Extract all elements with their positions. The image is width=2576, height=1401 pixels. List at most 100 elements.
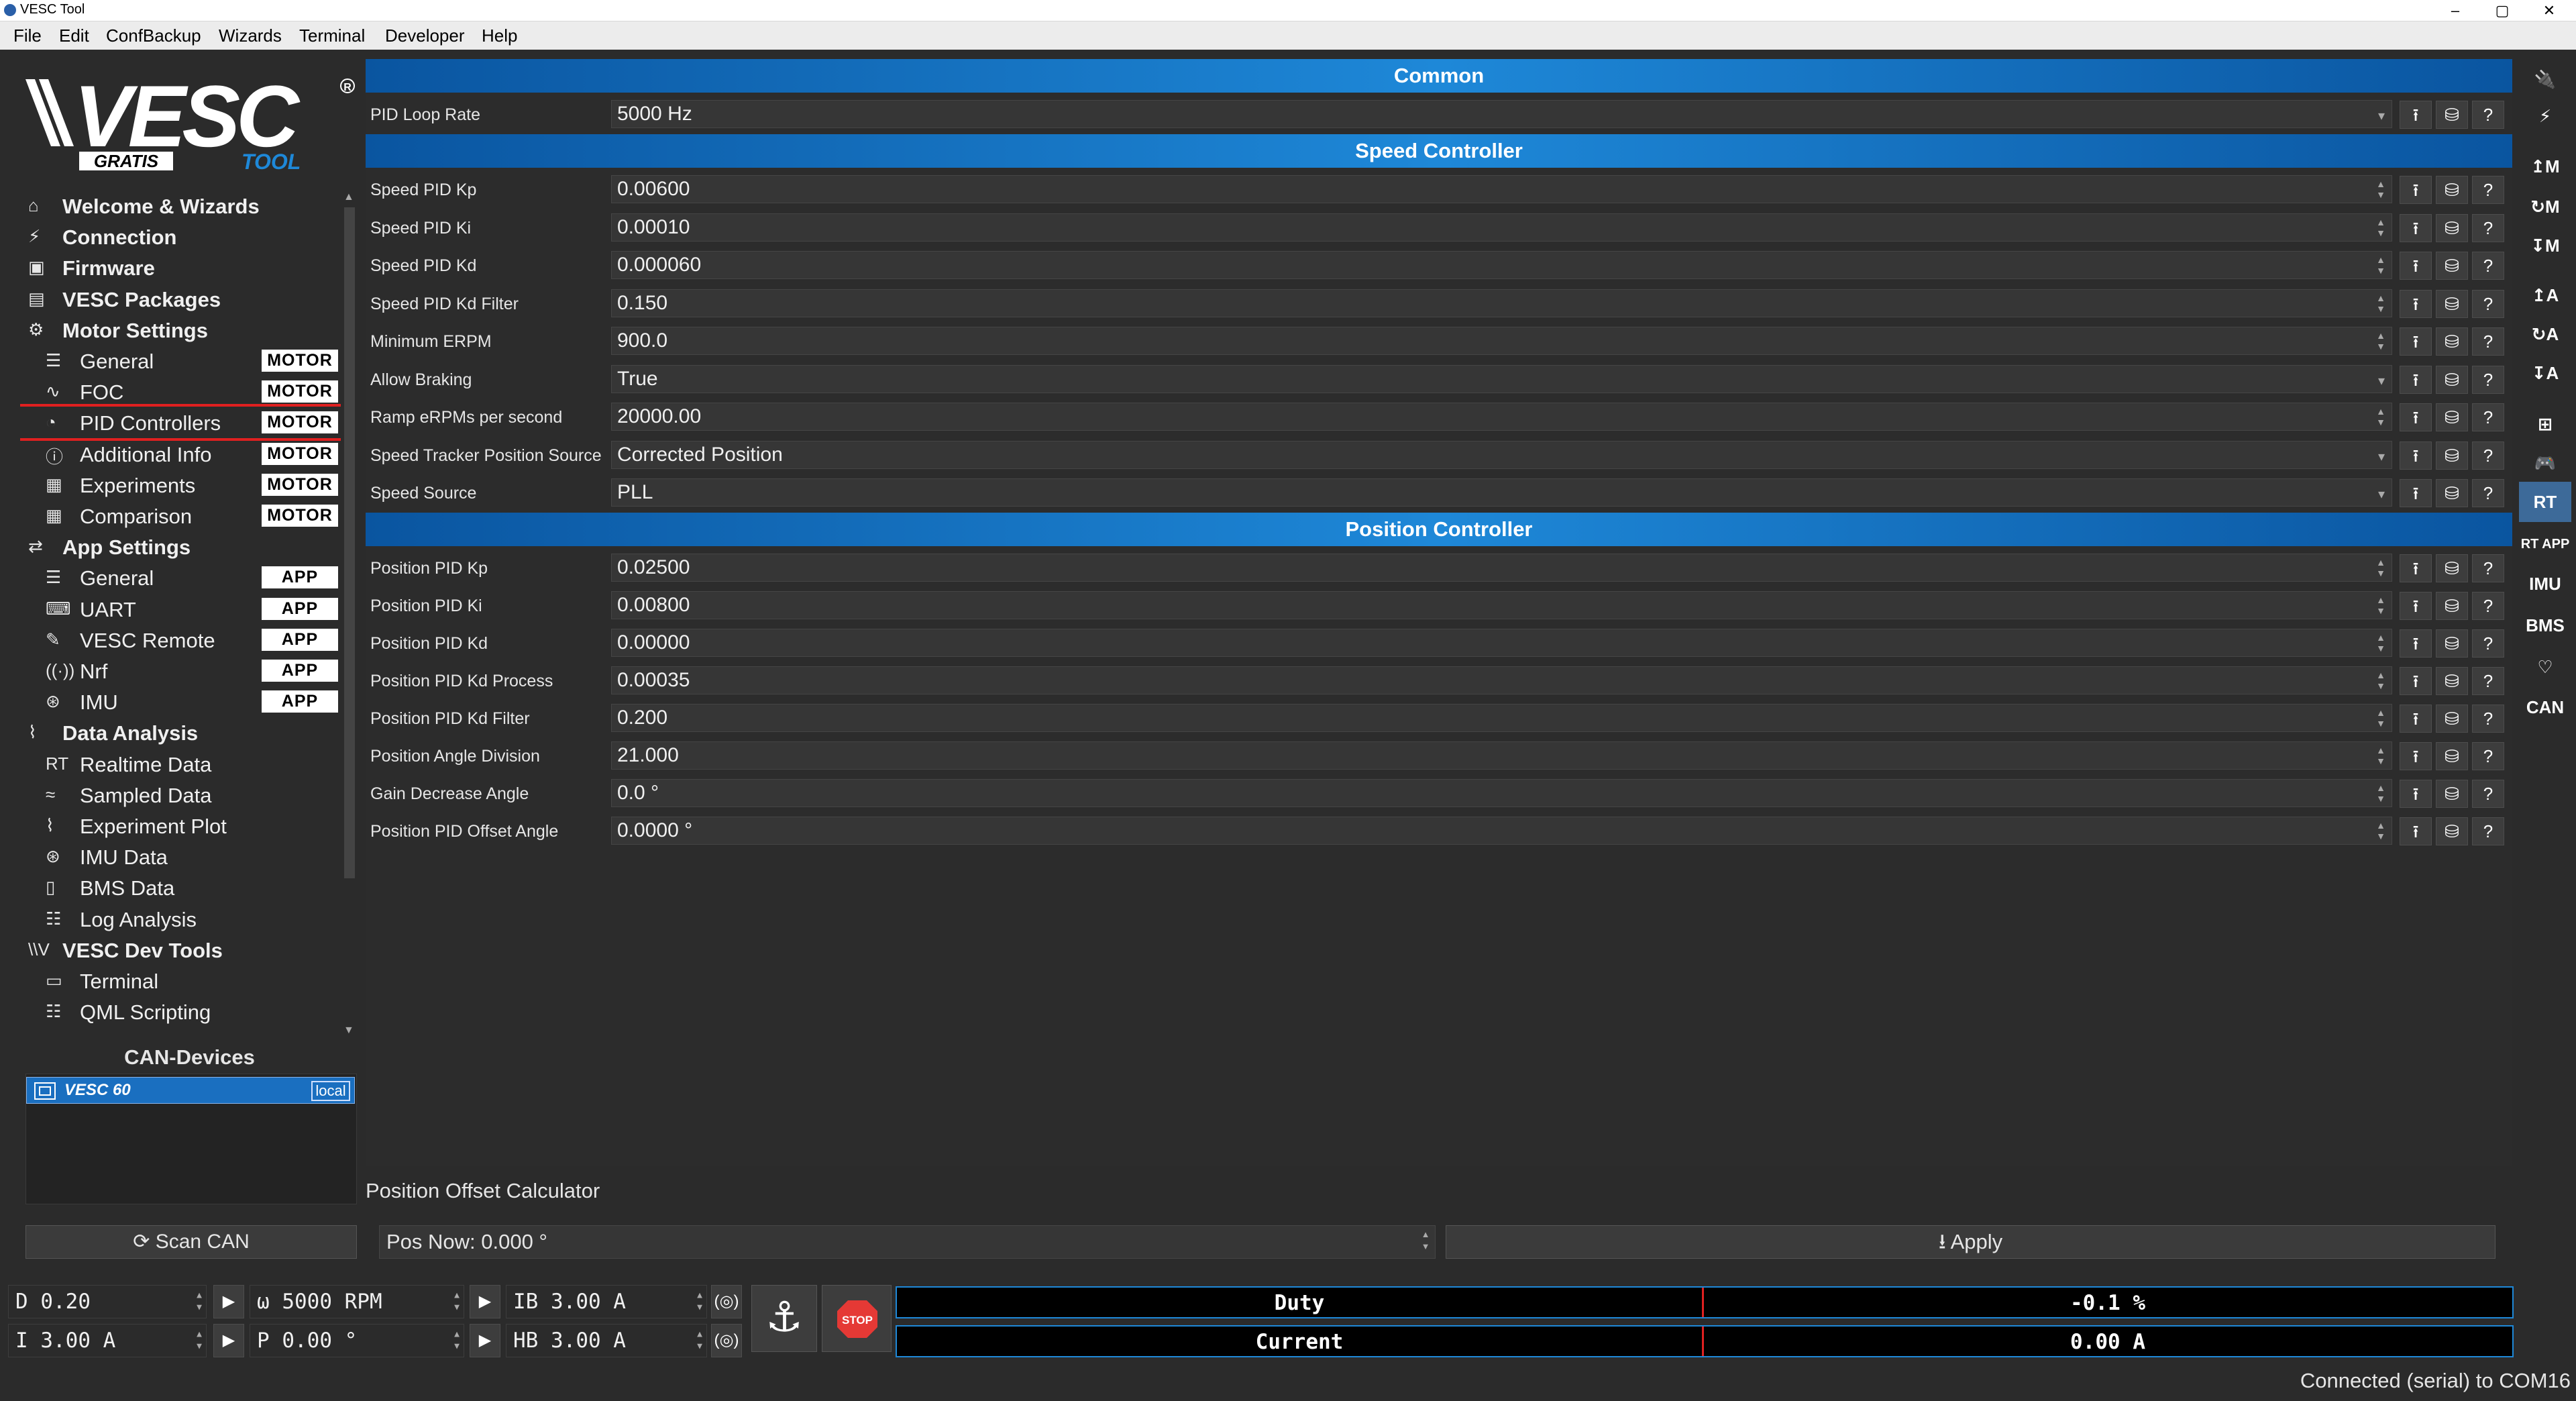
param-value-input[interactable]: 20000.00 ▲ ▼: [611, 403, 2392, 431]
read-default-button[interactable]: ⭱: [2400, 705, 2432, 733]
nav-item-firmware[interactable]: ▣ Firmware: [20, 252, 342, 282]
nav-item-connection[interactable]: ⚡ Connection: [20, 221, 342, 252]
disconnect-button[interactable]: ⚡: [2519, 96, 2571, 136]
nav-item-app-settings[interactable]: ⇄ App Settings: [20, 531, 342, 562]
nav-item-general[interactable]: ☰ General MOTOR: [20, 345, 342, 376]
set-brake-button[interactable]: (◎): [711, 1285, 742, 1318]
help-button[interactable]: ?: [2472, 554, 2504, 582]
help-button[interactable]: ?: [2472, 252, 2504, 280]
close-button[interactable]: ✕: [2529, 1, 2569, 20]
nav-item-qml-scripting[interactable]: ☷ QML Scripting: [20, 996, 342, 1027]
write-app-button[interactable]: ↧A: [2519, 353, 2571, 393]
nav-item-welcome-wizards[interactable]: ⌂ Welcome & Wizards: [20, 190, 342, 221]
can-button[interactable]: CAN: [2519, 687, 2571, 727]
can-fwd-button[interactable]: ⊞: [2519, 404, 2571, 444]
read-default-button[interactable]: ⭱: [2400, 667, 2432, 695]
nav-scrollbar[interactable]: ▲ ▼: [341, 191, 358, 1037]
maximize-button[interactable]: ▢: [2482, 1, 2522, 20]
param-value-input[interactable]: 0.0 ° ▲ ▼: [611, 779, 2392, 807]
reset-default-button[interactable]: ⛁: [2436, 554, 2468, 582]
reset-default-button[interactable]: ⛁: [2436, 441, 2468, 470]
read-default-button[interactable]: ⭱: [2400, 554, 2432, 582]
spin-arrows-icon[interactable]: ▲ ▼: [2375, 330, 2386, 353]
help-button[interactable]: ?: [2472, 592, 2504, 620]
menu-terminal[interactable]: Terminal: [299, 25, 365, 46]
nav-item-general[interactable]: ☰ General APP: [20, 562, 342, 592]
read-default-button[interactable]: ⭱: [2400, 365, 2432, 394]
param-value-input[interactable]: 0.00010 ▲ ▼: [611, 213, 2392, 242]
reset-default-button[interactable]: ⛁: [2436, 479, 2468, 507]
heart-button[interactable]: ♡: [2519, 647, 2571, 687]
write-motor-button[interactable]: ↧M: [2519, 225, 2571, 266]
gamepad-button[interactable]: 🎮: [2519, 443, 2571, 483]
pos-now-field[interactable]: Pos Now: 0.000 ° ▲ ▼: [379, 1225, 1436, 1259]
nav-item-imu[interactable]: ⊛ IMU APP: [20, 686, 342, 717]
param-value-input[interactable]: 0.00035 ▲ ▼: [611, 666, 2392, 694]
apply-button[interactable]: ⭳ Apply: [1446, 1225, 2496, 1259]
spin-arrows-icon[interactable]: ▲ ▼: [2375, 820, 2386, 843]
rt-app-button[interactable]: RT APP: [2519, 522, 2571, 562]
reset-default-button[interactable]: ⛁: [2436, 742, 2468, 770]
scan-can-button[interactable]: ⟳ Scan CAN: [25, 1225, 357, 1259]
stop-button[interactable]: STOP: [822, 1285, 892, 1352]
pos-now-spinner[interactable]: ▲ ▼: [1420, 1229, 1431, 1253]
nav-item-realtime-data[interactable]: RT Realtime Data: [20, 748, 342, 779]
nav-item-vesc-packages[interactable]: ▤ VESC Packages: [20, 283, 342, 314]
help-button[interactable]: ?: [2472, 403, 2504, 431]
read-motor-button[interactable]: ↥M: [2519, 146, 2571, 187]
spin-arrows-icon[interactable]: ▲ ▼: [2375, 670, 2386, 692]
nav-item-foc[interactable]: ∿ FOC MOTOR: [20, 376, 342, 407]
nav-item-log-analysis[interactable]: ☷ Log Analysis: [20, 903, 342, 934]
param-value-select[interactable]: 5000 Hz ▾: [611, 100, 2392, 128]
nav-item-vesc-dev-tools[interactable]: \\V VESC Dev Tools: [20, 934, 342, 965]
rpm-field[interactable]: ω 5000 RPM ▲ ▼: [250, 1285, 464, 1318]
help-button[interactable]: ?: [2472, 629, 2504, 658]
menu-developer[interactable]: Developer: [385, 25, 465, 46]
read-default-button[interactable]: ⭱: [2400, 479, 2432, 507]
spin-arrows-icon[interactable]: ▲ ▼: [2375, 782, 2386, 805]
spin-arrows-icon[interactable]: ▲ ▼: [2375, 293, 2386, 315]
param-value-select[interactable]: True ▾: [611, 364, 2392, 393]
menu-wizards[interactable]: Wizards: [219, 25, 282, 46]
read-default-button[interactable]: ⭱: [2400, 441, 2432, 470]
param-value-input[interactable]: 0.150 ▲ ▼: [611, 289, 2392, 317]
spin-arrows-icon[interactable]: ▲ ▼: [2375, 178, 2386, 201]
connect-button[interactable]: 🔌: [2519, 59, 2571, 99]
brake-current-field[interactable]: IB 3.00 A ▲ ▼: [506, 1285, 707, 1318]
nav-item-imu-data[interactable]: ⊛ IMU Data: [20, 841, 342, 872]
can-device-row[interactable]: VESC 60 local: [26, 1077, 355, 1104]
read-default-button[interactable]: ⭱: [2400, 213, 2432, 242]
rt-data-button[interactable]: RT: [2519, 482, 2571, 522]
help-button[interactable]: ?: [2472, 705, 2504, 733]
read-default-button[interactable]: ⭱: [2400, 629, 2432, 658]
reset-default-button[interactable]: ⛁: [2436, 629, 2468, 658]
help-button[interactable]: ?: [2472, 780, 2504, 808]
reset-default-button[interactable]: ⛁: [2436, 213, 2468, 242]
reset-default-button[interactable]: ⛁: [2436, 101, 2468, 129]
nav-item-experiment-plot[interactable]: ⌇ Experiment Plot: [20, 810, 342, 841]
duty-field[interactable]: D 0.20 ▲ ▼: [8, 1285, 207, 1318]
reset-motor-button[interactable]: ↻M: [2519, 187, 2571, 227]
param-value-input[interactable]: 0.00600 ▲ ▼: [611, 175, 2392, 203]
read-app-button[interactable]: ↥A: [2519, 275, 2571, 315]
read-default-button[interactable]: ⭱: [2400, 289, 2432, 318]
set-position-button[interactable]: ▶: [470, 1324, 500, 1357]
spin-arrows-icon[interactable]: ▲ ▼: [2375, 707, 2386, 730]
reset-default-button[interactable]: ⛁: [2436, 403, 2468, 431]
param-value-input[interactable]: 0.0000 ° ▲ ▼: [611, 817, 2392, 845]
nav-item-data-analysis[interactable]: ⌇ Data Analysis: [20, 717, 342, 747]
nav-item-motor-settings[interactable]: ⚙ Motor Settings: [20, 314, 342, 345]
menu-edit[interactable]: Edit: [59, 25, 89, 46]
set-handbrake-button[interactable]: (◎): [711, 1324, 742, 1357]
brake-spinner[interactable]: ▲ ▼: [694, 1290, 705, 1314]
help-button[interactable]: ?: [2472, 817, 2504, 845]
nav-item-experiments[interactable]: ▦ Experiments MOTOR: [20, 469, 342, 500]
set-rpm-button[interactable]: ▶: [470, 1285, 500, 1318]
spin-arrows-icon[interactable]: ▲ ▼: [2375, 254, 2386, 277]
imu-button[interactable]: IMU: [2519, 564, 2571, 604]
nav-item-comparison[interactable]: ▦ Comparison MOTOR: [20, 500, 342, 531]
help-button[interactable]: ?: [2472, 213, 2504, 242]
reset-default-button[interactable]: ⛁: [2436, 667, 2468, 695]
reset-default-button[interactable]: ⛁: [2436, 252, 2468, 280]
reset-default-button[interactable]: ⛁: [2436, 327, 2468, 356]
